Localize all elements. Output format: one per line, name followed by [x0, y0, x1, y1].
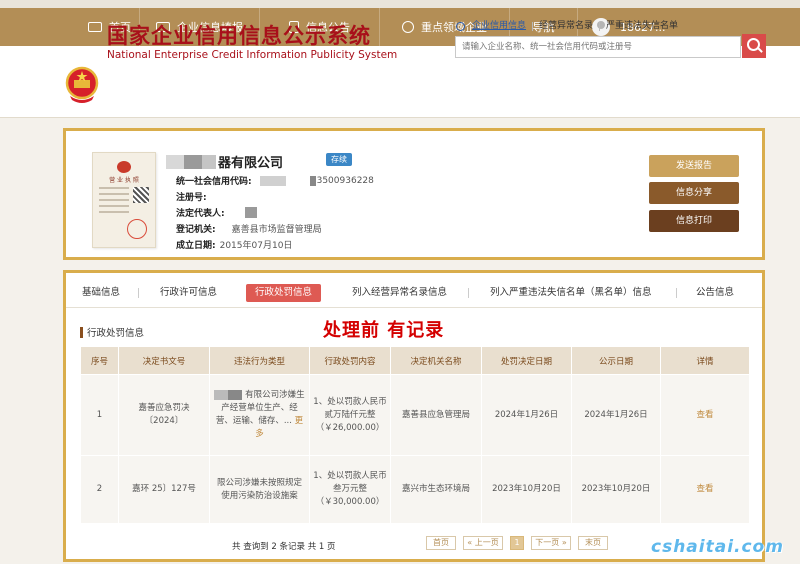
pagination-summary: 共 查询到 2 条记录 共 1 页 [232, 542, 336, 552]
stamp-icon [127, 219, 147, 239]
cell-no: 2 [80, 455, 119, 524]
annotation-text: 处理前 有记录 [323, 320, 445, 341]
info-credit-code: 统一社会信用代码: 3500936228 [176, 175, 374, 187]
section-title: 行政处罚信息 [80, 325, 144, 339]
business-license-image[interactable]: 营 业 执 照 [92, 152, 156, 248]
company-name: 器有限公司 [166, 152, 283, 171]
status-badge: 存续 [326, 153, 352, 166]
print-button[interactable]: 信息打印 [649, 210, 739, 232]
national-emblem-icon [65, 66, 99, 103]
watermark: cshaitai.com [651, 537, 784, 557]
col-header: 决定机关名称 [390, 346, 482, 375]
col-header: 公示日期 [571, 346, 661, 375]
tab-divider [138, 288, 139, 298]
cell-detail: 查看 [660, 374, 750, 456]
cell-decision-date: 2024年1月26日 [481, 374, 572, 456]
cell-penalty: 1、处以罚款人民币叁万元整（￥30,000.00） [309, 455, 391, 524]
table-row: 1 嘉善应急罚决〔2024〕 有限公司涉嫌生产经营单位生产、经营、运输、储存、.… [80, 374, 750, 456]
cell-violation: 有限公司涉嫌生产经营单位生产、经营、运输、储存、... 更多 [209, 374, 310, 456]
view-link[interactable]: 查看 [696, 484, 713, 494]
search-tab-abnormal[interactable]: 经营异常名录 [533, 22, 601, 31]
cell-penalty: 1、处以罚款人民币贰万陆仟元整（￥26,000.00） [309, 374, 391, 456]
cell-authority: 嘉兴市生态环境局 [390, 455, 482, 524]
table-row: 2 嘉环 25〕127号 限公司涉嫌未按照规定使用污染防治设施案 1、处以罚款人… [80, 455, 750, 524]
send-report-button[interactable]: 发送报告 [649, 155, 739, 177]
speaker-icon [402, 21, 414, 33]
tab-divider [468, 288, 469, 298]
browser-strip [0, 0, 800, 8]
cell-detail: 查看 [660, 455, 750, 524]
site-title-cn: 国家企业信用信息公示系统 [107, 24, 371, 48]
col-header: 序号 [80, 346, 119, 375]
license-text-lines [99, 187, 129, 217]
site-title-en: National Enterprise Credit Information P… [107, 49, 398, 61]
info-authority: 登记机关: 嘉善县市场监督管理局 [176, 225, 322, 235]
last-page-button[interactable]: 末页 [578, 536, 608, 550]
redacted-block [309, 175, 316, 186]
redacted-block [202, 154, 216, 169]
tab-abnormal-list[interactable]: 列入经营异常名录信息 [352, 284, 447, 302]
search-type-tabs: 企业信用信息 经营异常名录 严重违法失信名单 [456, 22, 684, 31]
tab-divider [676, 288, 677, 298]
view-link[interactable]: 查看 [696, 410, 713, 420]
redacted-block [228, 389, 243, 400]
search-icon [456, 22, 465, 31]
col-header: 决定书文号 [118, 346, 210, 375]
license-title: 营 业 执 照 [109, 177, 139, 184]
cell-doc-no: 嘉环 25〕127号 [118, 455, 210, 524]
current-page[interactable]: 1 [510, 536, 524, 550]
table-header-row: 序号 决定书文号 违法行为类型 行政处罚内容 决定机关名称 处罚决定日期 公示日… [80, 346, 750, 375]
tab-basic-info[interactable]: 基础信息 [82, 284, 120, 302]
col-header: 行政处罚内容 [309, 346, 391, 375]
search-tab-blacklist[interactable]: 严重违法失信名单 [600, 22, 684, 31]
info-founded: 成立日期: 2015年07月10日 [176, 241, 293, 251]
col-header: 详情 [660, 346, 750, 375]
tab-announcements[interactable]: 公告信息 [696, 284, 734, 302]
redacted-block [259, 175, 286, 186]
col-header: 处罚决定日期 [481, 346, 572, 375]
redacted-block [184, 154, 202, 169]
tab-penalty-info[interactable]: 行政处罚信息 [246, 284, 322, 302]
qr-code-icon [133, 187, 149, 203]
share-button[interactable]: 信息分享 [649, 182, 739, 204]
next-page-button[interactable]: 下一页 » [531, 536, 571, 550]
monitor-icon [88, 22, 102, 32]
info-reg-no: 注册号: [176, 193, 207, 203]
cell-no: 1 [80, 374, 119, 456]
cell-publish-date: 2023年10月20日 [571, 455, 661, 524]
first-page-button[interactable]: 首页 [426, 536, 456, 550]
cell-doc-no: 嘉善应急罚决〔2024〕 [118, 374, 210, 456]
cell-publish-date: 2024年1月26日 [571, 374, 661, 456]
redacted-block [166, 154, 184, 169]
cell-authority: 嘉善县应急管理局 [390, 374, 482, 456]
info-tabs: 基础信息 行政许可信息 行政处罚信息 列入经营异常名录信息 列入严重违法失信名单… [66, 280, 762, 308]
penalty-table: 序号 决定书文号 违法行为类型 行政处罚内容 决定机关名称 处罚决定日期 公示日… [80, 346, 750, 524]
redacted-block [244, 207, 257, 218]
cell-violation: 限公司涉嫌未按照规定使用污染防治设施案 [209, 455, 310, 524]
tab-license-info[interactable]: 行政许可信息 [160, 284, 217, 302]
search-button[interactable] [742, 34, 766, 58]
info-legal-rep: 法定代表人: [176, 206, 261, 219]
search-tab-credit[interactable]: 企业信用信息 [472, 22, 534, 31]
tab-blacklist[interactable]: 列入严重违法失信名单（黑名单）信息 [490, 284, 652, 302]
cell-decision-date: 2023年10月20日 [481, 455, 572, 524]
redacted-block [214, 389, 229, 400]
search-input[interactable] [455, 36, 741, 58]
prev-page-button[interactable]: « 上一页 [463, 536, 503, 550]
col-header: 违法行为类型 [209, 346, 310, 375]
license-emblem-icon [117, 161, 131, 173]
